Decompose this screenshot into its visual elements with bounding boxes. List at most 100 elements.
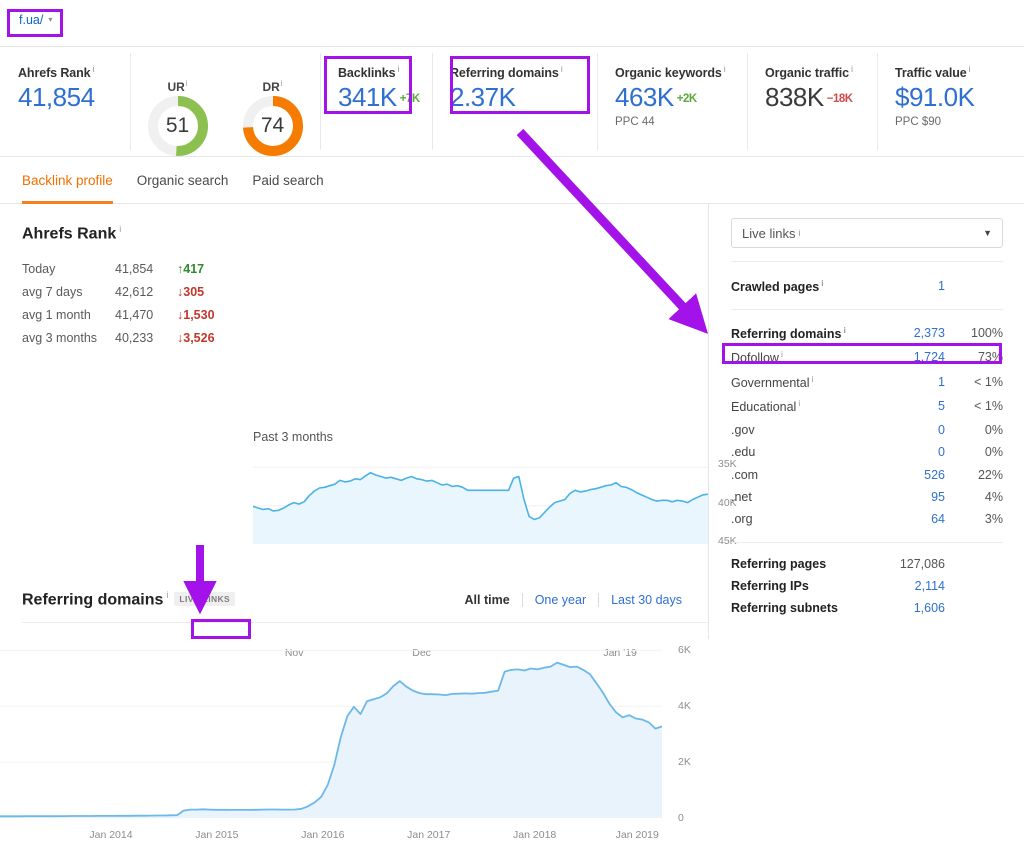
info-icon[interactable]: i [781, 349, 783, 359]
ahrefs-rank-sparkline-wrap: Past 3 months Nov Dec Jan '19 [252, 430, 709, 659]
row-value[interactable]: 64 [869, 508, 945, 530]
row-pct [945, 274, 1003, 299]
tab-organic-search[interactable]: Organic search [137, 157, 229, 204]
row-value[interactable]: 2,373 [869, 321, 945, 346]
table-row: Governmental i 1 < 1% [731, 370, 1003, 395]
table-row: Dofollow i 1,724 73% [731, 345, 1003, 370]
info-icon[interactable]: i [119, 224, 121, 234]
metric-ppc: PPC 44 [615, 116, 655, 129]
range-one-year[interactable]: One year [523, 593, 598, 607]
sparkline-title: Past 3 months [253, 430, 333, 444]
metric-delta: +2K [676, 93, 697, 106]
section-tabs: Backlink profile Organic search Paid sea… [0, 157, 1024, 204]
row-pct: 22% [977, 467, 1003, 482]
rank-delta: ↓305 [177, 284, 205, 299]
referring-domains-chart[interactable] [0, 628, 663, 818]
metric-label: Organic traffic i [765, 64, 853, 81]
metric-delta: −18K [826, 93, 853, 106]
row-label: .org [731, 512, 753, 527]
site-url-selector[interactable]: f.ua/ ▾ [11, 10, 60, 30]
table-row: .net 95 4% [731, 486, 1003, 508]
rank-delta: ↓3,526 [177, 330, 215, 345]
table-row: Referring domains i 2,373 100% [731, 321, 1003, 346]
metric-label: Traffic value i [895, 64, 971, 81]
metrics-bar: Ahrefs Rank i 41,854 URi 51 DRi 74 Backl… [0, 47, 1024, 157]
x-tick-label: Jan 2018 [513, 829, 557, 841]
row-value[interactable]: 0 [869, 441, 945, 463]
y-tick-label: 4K [678, 700, 691, 713]
tab-paid-search[interactable]: Paid search [252, 157, 323, 204]
ahrefs-rank-panel: Ahrefs Rank i Today 41,854 ↑417 avg 7 day… [0, 204, 708, 349]
row-label: Dofollow i [731, 349, 783, 366]
metric-card-organic-traffic[interactable]: Organic traffic i 838K −18K [747, 47, 877, 156]
row-label: Referring IPs [731, 579, 809, 594]
row-label: Referring pages [731, 556, 827, 571]
row-value[interactable]: 1 [869, 274, 945, 299]
metric-label: Backlinks i [338, 64, 400, 81]
row-value[interactable]: 1,606 [869, 597, 945, 619]
url-bar: f.ua/ ▾ [0, 0, 1024, 47]
divider [731, 541, 1003, 543]
table-row: Crawled pages i 1 [731, 274, 1003, 299]
panel-title: Ahrefs Rank i [22, 224, 122, 243]
gauge-dr: DRi 74 [225, 64, 320, 157]
row-value[interactable]: 0 [869, 419, 945, 441]
row-value[interactable]: 526 [869, 463, 945, 485]
row-pct [945, 575, 1003, 597]
x-tick-label: Jan 2019 [615, 829, 659, 841]
info-icon[interactable]: i [851, 64, 853, 74]
row-value[interactable]: 1,724 [869, 345, 945, 370]
metric-delta: +7K [399, 93, 420, 106]
metric-card-referring-domains[interactable]: Referring domains i 2.37K [432, 47, 597, 156]
metric-value: 463K +2K [615, 82, 697, 113]
info-icon[interactable]: i [561, 64, 563, 74]
x-tick-label: Jan 2014 [89, 829, 133, 841]
y-tick-label: 6K [678, 644, 691, 657]
row-value[interactable]: 95 [869, 486, 945, 508]
metric-card-traffic-value[interactable]: Traffic value i $91.0K PPC $90 [877, 47, 1024, 156]
referring-domains-chart-wrap: Jan 2014 Jan 2015 Jan 2016 Jan 2017 Jan 2018… [0, 628, 663, 841]
select-value: Live links [742, 225, 796, 241]
y-tick-label: 2K [678, 756, 691, 769]
site-url-label: f.ua/ [19, 13, 44, 27]
referring-domains-breakdown-table: Referring domains i 2,373 100% Dofollow i 1,72… [731, 321, 1003, 531]
metric-card-ahrefs-rank: Ahrefs Rank i 41,854 [0, 47, 130, 156]
metric-value: 2.37K [450, 82, 516, 113]
metric-card-gauges: URi 51 DRi 74 [130, 47, 320, 156]
metric-card-backlinks[interactable]: Backlinks i 341K +7K [320, 47, 432, 156]
ahrefs-rank-sparkline[interactable] [252, 452, 709, 545]
info-icon[interactable]: i [397, 64, 399, 74]
range-all-time[interactable]: All time [453, 593, 522, 607]
row-pct [945, 597, 1003, 619]
x-tick-label: Jan 2017 [407, 829, 451, 841]
row-value[interactable]: 5 [869, 394, 945, 419]
table-row: Educational i 5 < 1% [731, 394, 1003, 419]
table-row: .com 526 22% [731, 463, 1003, 485]
crawled-pages-table: Crawled pages i 1 [731, 274, 1003, 299]
tab-backlink-profile[interactable]: Backlink profile [22, 157, 113, 204]
link-type-select[interactable]: Live links i ▼ [731, 218, 1003, 248]
x-tick-label: Jan 2016 [301, 829, 345, 841]
info-icon[interactable]: i [724, 64, 726, 74]
dr-donut-chart: 74 [242, 95, 304, 157]
info-icon[interactable]: i [843, 325, 845, 335]
info-icon[interactable]: i [93, 64, 95, 74]
metric-card-organic-keywords[interactable]: Organic keywords i 463K +2K PPC 44 [597, 47, 747, 156]
info-icon[interactable]: i [969, 64, 971, 74]
rank-delta: ↓1,530 [177, 307, 215, 322]
table-row: avg 1 month 41,470 ↓1,530 [22, 303, 215, 326]
range-last-30-days[interactable]: Last 30 days [599, 593, 694, 607]
info-icon[interactable]: i [166, 590, 168, 600]
info-icon[interactable]: i [812, 374, 814, 384]
row-value[interactable]: 127,086 [869, 553, 945, 575]
info-icon[interactable]: i [798, 228, 800, 238]
info-icon[interactable]: i [821, 278, 823, 288]
info-icon[interactable]: i [798, 398, 800, 408]
row-pct: 0% [984, 422, 1003, 437]
info-icon[interactable]: i [281, 79, 283, 88]
row-value[interactable]: 2,114 [869, 575, 945, 597]
row-label: Educational i [731, 398, 801, 415]
row-value[interactable]: 1 [869, 370, 945, 395]
chevron-down-icon: ▾ [48, 15, 53, 24]
info-icon[interactable]: i [186, 79, 188, 88]
